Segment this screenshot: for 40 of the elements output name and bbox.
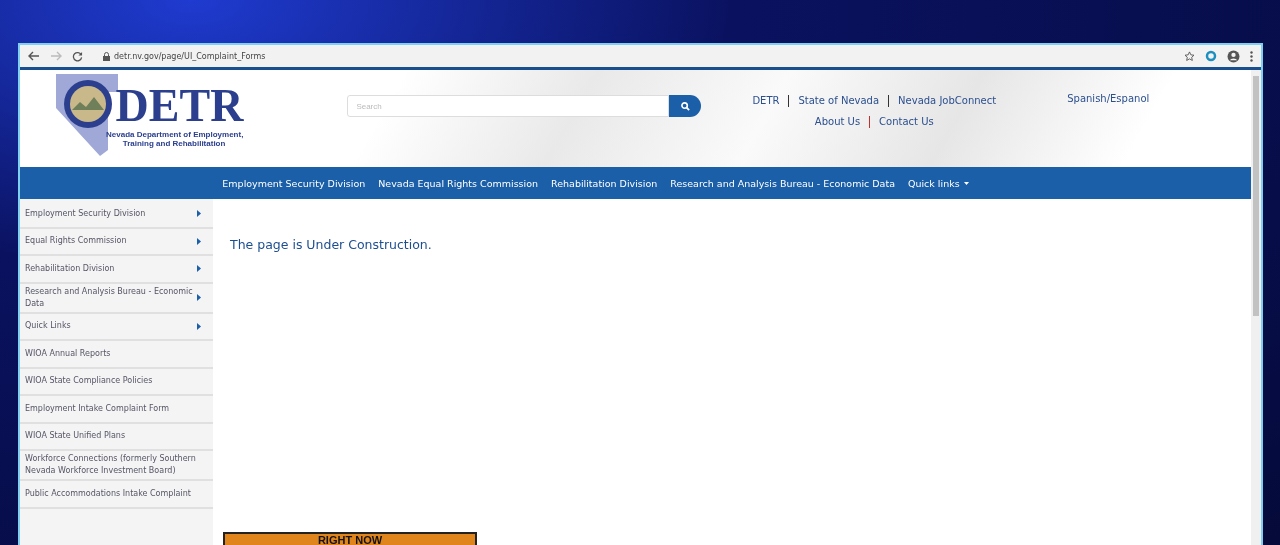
sidebar-item[interactable]: Equal Rights Commission [20, 228, 213, 256]
news-banner: RIGHT NOW [223, 532, 477, 545]
nav-link[interactable]: Rehabilitation Division [551, 177, 658, 189]
reload-icon[interactable] [72, 50, 83, 62]
search-icon [680, 101, 690, 111]
under-construction-message: The page is Under Construction. [230, 237, 433, 252]
star-icon[interactable] [1184, 50, 1195, 62]
sidebar-item[interactable]: WIOA State Compliance Policies [20, 368, 213, 396]
back-arrow-icon[interactable] [28, 51, 40, 61]
sidebar-item[interactable]: Public Accommodations Intake Complaint [20, 481, 213, 509]
nav-link[interactable]: Nevada Equal Rights Commission [378, 177, 539, 189]
sidebar-item[interactable]: WIOA State Unified Plans [20, 423, 213, 451]
account-icon[interactable] [1227, 49, 1240, 63]
nav-link[interactable]: Employment Security Division [222, 177, 366, 189]
header-link[interactable]: State of Nevada [788, 95, 889, 107]
sidebar-item[interactable]: Employment Intake Complaint Form [20, 396, 213, 424]
caret-icon [963, 181, 969, 185]
header-link[interactable]: Nevada JobConnect [888, 95, 1006, 107]
nav-dropdown[interactable]: Quick links [908, 177, 969, 189]
header-link[interactable]: About Us [805, 116, 870, 128]
search-button[interactable] [669, 95, 702, 117]
sidebar-item[interactable]: Employment Security Division [20, 201, 213, 229]
address-bar-url[interactable]: detr.nv.gov/page/UI_Complaint_Forms [114, 51, 266, 61]
lock-icon [103, 51, 110, 61]
menu-icon[interactable] [1250, 50, 1253, 62]
header-link[interactable]: Contact Us [869, 116, 943, 128]
search-field[interactable]: Search [347, 95, 670, 117]
ring-icon[interactable] [1205, 50, 1217, 62]
logo-subtitle: Nevada Department of Employment, [106, 130, 244, 139]
sidebar-item[interactable]: Workforce Connections (formerly Southern Nevada Workforce Investment Board) [20, 451, 213, 481]
logo-wordmark[interactable]: DETR [115, 84, 244, 128]
nav-link[interactable]: Research and Analysis Bureau - Economic Data [670, 177, 895, 189]
logo-subtitle: Training and Rehabilitation [122, 139, 226, 148]
scrollbar[interactable] [1251, 70, 1261, 545]
sidebar-item[interactable]: Rehabilitation Division [20, 256, 213, 284]
header-link[interactable]: DETR [743, 95, 789, 107]
sidebar-item[interactable]: Research and Analysis Bureau - Economic Data [20, 283, 213, 314]
sidebar-item[interactable]: Quick Links [20, 313, 213, 341]
sidebar-item[interactable]: WIOA Annual Reports [20, 341, 213, 369]
language-link[interactable]: Spanish/Espanol [1067, 93, 1150, 106]
